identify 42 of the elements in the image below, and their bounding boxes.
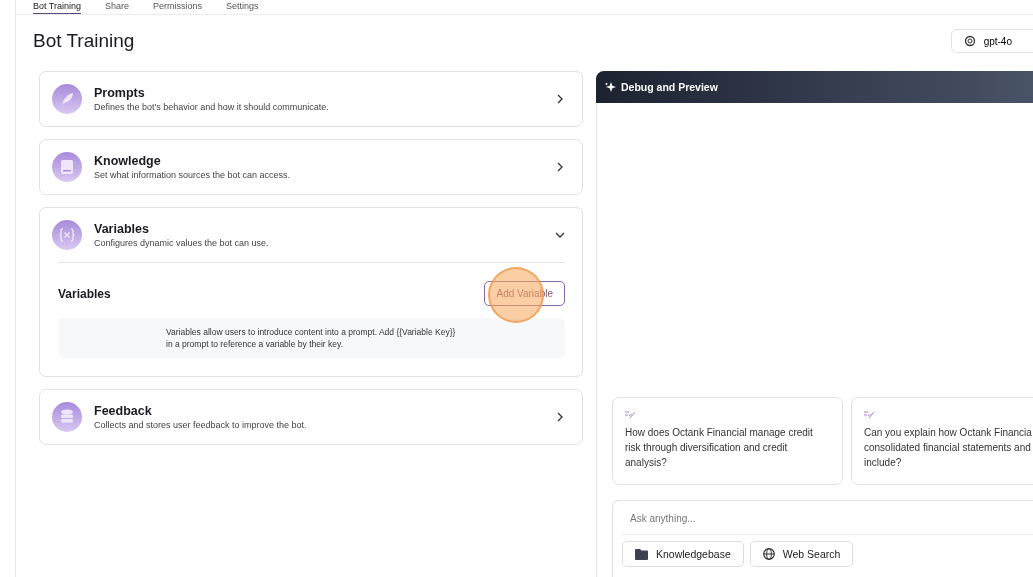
tab[interactable]: Bot Training [33,1,82,14]
suggestion-text-line: Can you explain how Octank Financia [864,426,1033,440]
suggestion-card[interactable]: Can you explain how Octank Financia consolidated financial statements and include? [851,397,1033,485]
chevron-right-icon[interactable] [555,162,565,172]
globe-icon [762,548,775,560]
tab[interactable]: Share [105,1,130,14]
suggestion-text-line: analysis? [625,456,668,470]
preview-title: Debug and Preview [621,81,718,93]
suggestion-text-line: include? [864,456,903,470]
chat-input-box[interactable]: Ask anything... Knowledgebase Web Search [612,500,1033,577]
tab[interactable]: Settings [226,1,259,14]
tool-button[interactable]: Web Search [749,541,854,567]
database-icon [52,402,82,432]
section-title: Knowledge [94,154,162,168]
page-title: Bot Training [33,30,135,52]
section-description: Set what information sources the bot can access. [94,170,292,180]
variables-heading: Variables [58,286,111,301]
section-title: Feedback [94,404,153,418]
model-icon [963,35,976,47]
feather-icon [52,84,82,114]
chevron-right-icon[interactable] [555,412,565,422]
section-title: Prompts [94,86,146,100]
suggestion-card[interactable]: How does Octank Financial manage credit risk through diversification and credit analysis? [612,397,843,485]
sparkle-icon [605,81,616,93]
prompt-icon [625,410,636,419]
model-selector[interactable]: gpt-4o [950,29,1033,53]
section-description: Defines the bot's behavior and how it should communicate. [94,102,330,112]
tool-button[interactable]: Knowledgebase [622,541,744,567]
info-text: Variables allow users to introduce content into a prompt. Add {{Variable Key}} in a prompt to reference a variable by their key. [166,326,457,350]
chevron-down-icon[interactable] [555,230,565,240]
section-description: Configures dynamic values the bot can use. [94,238,270,248]
chevron-right-icon[interactable] [555,94,565,104]
book-icon [52,152,82,182]
folder-icon [635,548,648,560]
section-title: Variables [94,222,150,236]
suggestion-text-line: risk through diversification and credit [625,441,789,455]
prompt-icon [864,410,875,419]
variable-icon [52,220,82,250]
suggestion-text-line: How does Octank Financial manage credit [625,426,814,440]
section-description: Collects and stores user feedback to improve the bot. [94,420,308,430]
suggestion-text-line: consolidated financial statements and [864,441,1032,455]
tab[interactable]: Permissions [153,1,203,14]
